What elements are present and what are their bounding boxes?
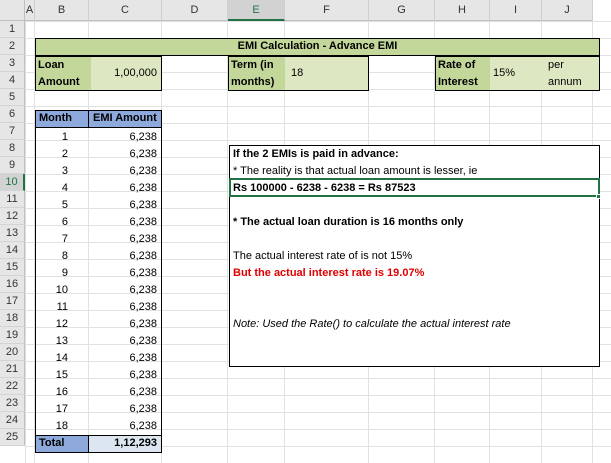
emi-month-cell: 12 bbox=[55, 318, 68, 330]
column-header-j[interactable]: J bbox=[542, 0, 593, 21]
row-header-7[interactable]: 7 bbox=[0, 123, 25, 140]
row-header-4[interactable]: 4 bbox=[0, 72, 25, 89]
column-header-h[interactable]: H bbox=[435, 0, 490, 21]
rate-label-1: Rate of bbox=[438, 59, 476, 71]
row-header-19[interactable]: 19 bbox=[0, 327, 25, 344]
emi-amount-cell: 6,238 bbox=[129, 318, 157, 330]
emi-amount-cell: 6,238 bbox=[129, 182, 157, 194]
emi-amount-cell: 6,238 bbox=[129, 284, 157, 296]
note-line-7: Note: Used the Rate() to calculate the a… bbox=[233, 318, 511, 330]
emi-amount-cell: 6,238 bbox=[129, 131, 157, 143]
row-header-17[interactable]: 17 bbox=[0, 293, 25, 310]
column-header-a[interactable]: A bbox=[25, 0, 35, 21]
emi-amount-cell: 6,238 bbox=[129, 148, 157, 160]
rate-label-2: Interest bbox=[438, 76, 478, 88]
loan-amount-value: 1,00,000 bbox=[114, 67, 157, 79]
rate-unit-2: annum bbox=[548, 76, 582, 88]
note-line-3: Rs 100000 - 6238 - 6238 = Rs 87523 bbox=[233, 182, 416, 194]
emi-month-cell: 11 bbox=[56, 301, 68, 313]
column-header-d[interactable]: D bbox=[162, 0, 228, 21]
term-value: 18 bbox=[291, 67, 304, 79]
emi-month-cell: 7 bbox=[61, 233, 68, 245]
column-header-b[interactable]: B bbox=[35, 0, 89, 21]
row-header-23[interactable]: 23 bbox=[0, 395, 25, 412]
column-header-f[interactable]: F bbox=[285, 0, 369, 21]
row-header-20[interactable]: 20 bbox=[0, 344, 25, 361]
row-header-5[interactable]: 5 bbox=[0, 89, 25, 106]
emi-amount-cell: 6,238 bbox=[129, 199, 157, 211]
note-line-6: But the actual interest rate is 19.07% bbox=[233, 267, 425, 279]
row-header-2[interactable]: 2 bbox=[0, 38, 25, 55]
emi-month-cell: 17 bbox=[55, 403, 68, 415]
row-header-1[interactable]: 1 bbox=[0, 21, 25, 38]
row-header-12[interactable]: 12 bbox=[0, 208, 25, 225]
emi-month-cell: 5 bbox=[61, 199, 68, 211]
emi-month-cell: 9 bbox=[61, 267, 68, 279]
row-header-22[interactable]: 22 bbox=[0, 378, 25, 395]
note-line-5: The actual interest rate of is not 15% bbox=[233, 250, 413, 262]
rate-value: 15% bbox=[493, 67, 516, 79]
emi-month-cell: 8 bbox=[61, 250, 68, 262]
term-label-1: Term (in bbox=[231, 59, 274, 71]
column-header-e[interactable]: E bbox=[228, 0, 285, 21]
row-header-9[interactable]: 9 bbox=[0, 157, 25, 174]
row-header-16[interactable]: 16 bbox=[0, 276, 25, 293]
row-header-15[interactable]: 15 bbox=[0, 259, 25, 276]
emi-amount-cell: 6,238 bbox=[129, 403, 157, 415]
emi-amount-cell: 6,238 bbox=[129, 301, 157, 313]
emi-amount-cell: 6,238 bbox=[129, 165, 157, 177]
note-line-4: * The actual loan duration is 16 months … bbox=[233, 216, 464, 228]
title-text: EMI Calculation - Advance EMI bbox=[237, 40, 398, 52]
emi-total-label: Total bbox=[39, 437, 65, 449]
emi-amount-cell: 6,238 bbox=[129, 335, 157, 347]
emi-amount-cell: 6,238 bbox=[129, 352, 157, 364]
row-header-18[interactable]: 18 bbox=[0, 310, 25, 327]
emi-month-cell: 14 bbox=[55, 352, 68, 364]
emi-month-cell: 1 bbox=[61, 131, 68, 143]
emi-amount-cell: 6,238 bbox=[129, 267, 157, 279]
row-header-8[interactable]: 8 bbox=[0, 140, 25, 157]
row-header-3[interactable]: 3 bbox=[0, 55, 25, 72]
row-header-6[interactable]: 6 bbox=[0, 106, 25, 123]
term-label-2: months) bbox=[231, 76, 275, 88]
column-header-c[interactable]: C bbox=[89, 0, 162, 21]
row-header-14[interactable]: 14 bbox=[0, 242, 25, 259]
emi-month-cell: 13 bbox=[55, 335, 68, 347]
emi-month-cell: 6 bbox=[61, 216, 68, 228]
column-header-i[interactable]: I bbox=[490, 0, 542, 21]
row-header-24[interactable]: 24 bbox=[0, 412, 25, 429]
emi-amount-cell: 6,238 bbox=[129, 386, 157, 398]
emi-amount-cell: 6,238 bbox=[129, 420, 157, 432]
row-header-21[interactable]: 21 bbox=[0, 361, 25, 378]
emi-amount-cell: 6,238 bbox=[129, 369, 157, 381]
emi-amount-cell: 6,238 bbox=[129, 233, 157, 245]
emi-month-cell: 16 bbox=[55, 386, 68, 398]
row-header-25[interactable]: 25 bbox=[0, 429, 25, 446]
loan-label-1: Loan bbox=[38, 59, 65, 71]
row-header-10[interactable]: 10 bbox=[0, 174, 25, 191]
note-line-2: * The reality is that actual loan amount… bbox=[233, 165, 478, 177]
emi-amount-cell: 6,238 bbox=[129, 250, 157, 262]
emi-month-cell: 4 bbox=[61, 182, 68, 194]
emi-amount-cell: 6,238 bbox=[129, 216, 157, 228]
emi-month-cell: 2 bbox=[61, 148, 68, 160]
row-header-11[interactable]: 11 bbox=[0, 191, 25, 208]
fill-handle[interactable] bbox=[596, 194, 601, 199]
emi-month-cell: 18 bbox=[55, 420, 68, 432]
emi-header-month: Month bbox=[39, 112, 72, 124]
row-header-13[interactable]: 13 bbox=[0, 225, 25, 242]
emi-header-amount: EMI Amount bbox=[93, 112, 157, 124]
select-all-corner[interactable] bbox=[0, 0, 25, 21]
rate-unit-1: per bbox=[548, 59, 564, 71]
emi-total-value: 1,12,293 bbox=[114, 437, 157, 449]
emi-month-cell: 10 bbox=[55, 284, 68, 296]
column-header-g[interactable]: G bbox=[369, 0, 435, 21]
emi-month-cell: 15 bbox=[55, 369, 68, 381]
loan-label-2: Amount bbox=[38, 76, 80, 88]
emi-month-cell: 3 bbox=[61, 165, 68, 177]
note-line-1: If the 2 EMIs is paid in advance: bbox=[233, 148, 399, 160]
